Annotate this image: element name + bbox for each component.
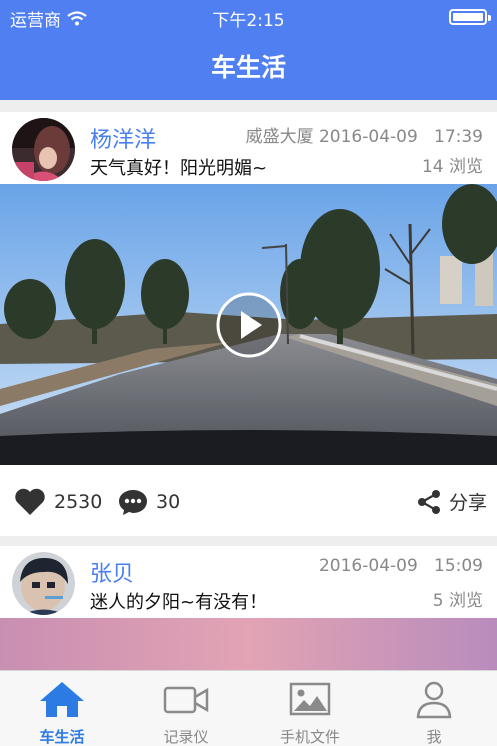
home-icon — [40, 682, 84, 717]
post-card[interactable]: 张贝 迷人的夕阳~有没有！ 2016-04-09 15:09 5 浏览 — [0, 546, 497, 670]
comment-icon — [119, 490, 147, 515]
view-count: 5 浏览 — [432, 591, 483, 611]
post-text: 迷人的夕阳~有没有！ — [90, 592, 268, 613]
post-meta: 威盛大厦 2016-04-09 17:39 — [246, 122, 483, 147]
like-count: 2530 — [54, 491, 103, 513]
post-time: 17:39 — [434, 127, 483, 147]
tab-recorder[interactable]: 记录仪 — [124, 671, 248, 746]
post-time: 15:09 — [434, 556, 483, 576]
post-text: 天气真好！阳光明媚~ — [90, 158, 268, 179]
status-time: 下午2:15 — [212, 11, 285, 31]
video-camera-icon — [163, 686, 209, 714]
tab-label: 记录仪 — [163, 728, 209, 746]
video-thumbnail[interactable] — [0, 184, 497, 465]
comment-button[interactable]: 30 — [118, 488, 180, 516]
like-button[interactable]: 2530 — [14, 488, 102, 516]
share-label: 分享 — [449, 492, 488, 514]
share-button[interactable]: 分享 — [417, 488, 487, 515]
screen: 运营商 下午2:15 车生活 杨洋洋 天气真好！阳光明媚~ 威盛大厦 2016-… — [0, 0, 497, 746]
avatar[interactable] — [12, 552, 75, 615]
tab-phone-files[interactable]: 手机文件 — [248, 671, 372, 746]
tab-label: 手机文件 — [279, 728, 340, 746]
tab-label: 车生活 — [39, 728, 85, 746]
tab-car-life[interactable]: 车生活 — [0, 671, 124, 746]
battery-icon — [449, 9, 491, 25]
post-location-date: 2016-04-09 — [318, 556, 418, 576]
post-meta: 2016-04-09 15:09 — [319, 556, 483, 576]
header: 运营商 下午2:15 车生活 — [0, 0, 497, 100]
image-icon — [289, 682, 331, 716]
author-name[interactable]: 杨洋洋 — [90, 122, 156, 154]
comment-count: 30 — [156, 491, 181, 513]
heart-icon — [15, 488, 45, 515]
user-icon — [416, 681, 452, 719]
page-title: 车生活 — [210, 53, 286, 82]
tab-label: 我 — [426, 728, 442, 746]
tab-bar: 车生活 记录仪 手机文件 我 — [0, 670, 497, 746]
author-name[interactable]: 张贝 — [90, 556, 134, 588]
post-actions: 2530 30 分享 — [0, 465, 497, 536]
view-count: 14 浏览 — [421, 157, 483, 177]
avatar[interactable] — [12, 118, 75, 181]
share-icon — [418, 489, 440, 514]
post-location-date: 威盛大厦 2016-04-09 — [245, 127, 418, 147]
post-card[interactable]: 杨洋洋 天气真好！阳光明媚~ 威盛大厦 2016-04-09 17:39 14 … — [0, 112, 497, 536]
image-thumbnail[interactable] — [0, 618, 497, 670]
feed[interactable]: 杨洋洋 天气真好！阳光明媚~ 威盛大厦 2016-04-09 17:39 14 … — [0, 100, 497, 670]
status-bar: 运营商 下午2:15 — [0, 0, 497, 32]
tab-me[interactable]: 我 — [372, 671, 496, 746]
